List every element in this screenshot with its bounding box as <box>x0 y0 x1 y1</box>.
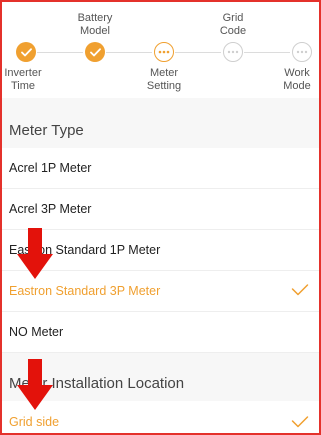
step-label-line: Inverter Time <box>4 67 42 92</box>
check-icon <box>89 47 101 56</box>
setup-stepper: Inverter Time Battery Model Meter Settin… <box>0 0 321 98</box>
step-label-grid-code: Grid Code <box>203 12 263 38</box>
meter-option-label: Acrel 1P Meter <box>9 161 92 175</box>
meter-option-label: Eastron Standard 3P Meter <box>9 284 161 298</box>
step-grid-code[interactable] <box>223 42 243 62</box>
down-arrow-icon <box>17 359 53 410</box>
stepper-connector <box>37 52 83 54</box>
step-label-inverter-time: Inverter Time <box>0 67 51 93</box>
dots-icon <box>227 50 239 54</box>
checkmark-icon <box>291 416 309 428</box>
step-meter-setting[interactable] <box>154 42 174 62</box>
step-label-line: Meter Setting <box>146 67 182 92</box>
stepper-connector <box>244 52 290 54</box>
meter-option-no-meter[interactable]: NO Meter <box>0 312 321 353</box>
check-icon <box>20 47 32 56</box>
checkmark-icon <box>291 284 309 296</box>
step-inverter-time[interactable] <box>16 42 36 62</box>
meter-option-acrel-3p[interactable]: Acrel 3P Meter <box>0 189 321 230</box>
dots-icon <box>158 50 170 54</box>
step-label-meter-setting: Meter Setting <box>134 67 194 93</box>
installation-option-label: Grid side <box>9 415 60 429</box>
step-label-line: Work Mode <box>283 67 311 92</box>
step-work-mode[interactable] <box>292 42 312 62</box>
dots-icon <box>296 50 308 54</box>
step-battery-model[interactable] <box>85 42 105 62</box>
step-label-line: Battery Model <box>77 12 113 37</box>
step-label-line: Grid Code <box>219 12 247 37</box>
meter-option-acrel-1p[interactable]: Acrel 1P Meter <box>0 148 321 189</box>
step-label-work-mode: Work Mode <box>274 67 320 93</box>
step-label-battery-model: Battery Model <box>65 12 125 38</box>
meter-option-label: Acrel 3P Meter <box>9 202 92 216</box>
down-arrow-icon <box>17 228 53 279</box>
stepper-connector <box>175 52 221 54</box>
meter-type-title: Meter Type <box>9 122 84 139</box>
meter-option-label: NO Meter <box>9 325 64 339</box>
stepper-connector <box>106 52 152 54</box>
